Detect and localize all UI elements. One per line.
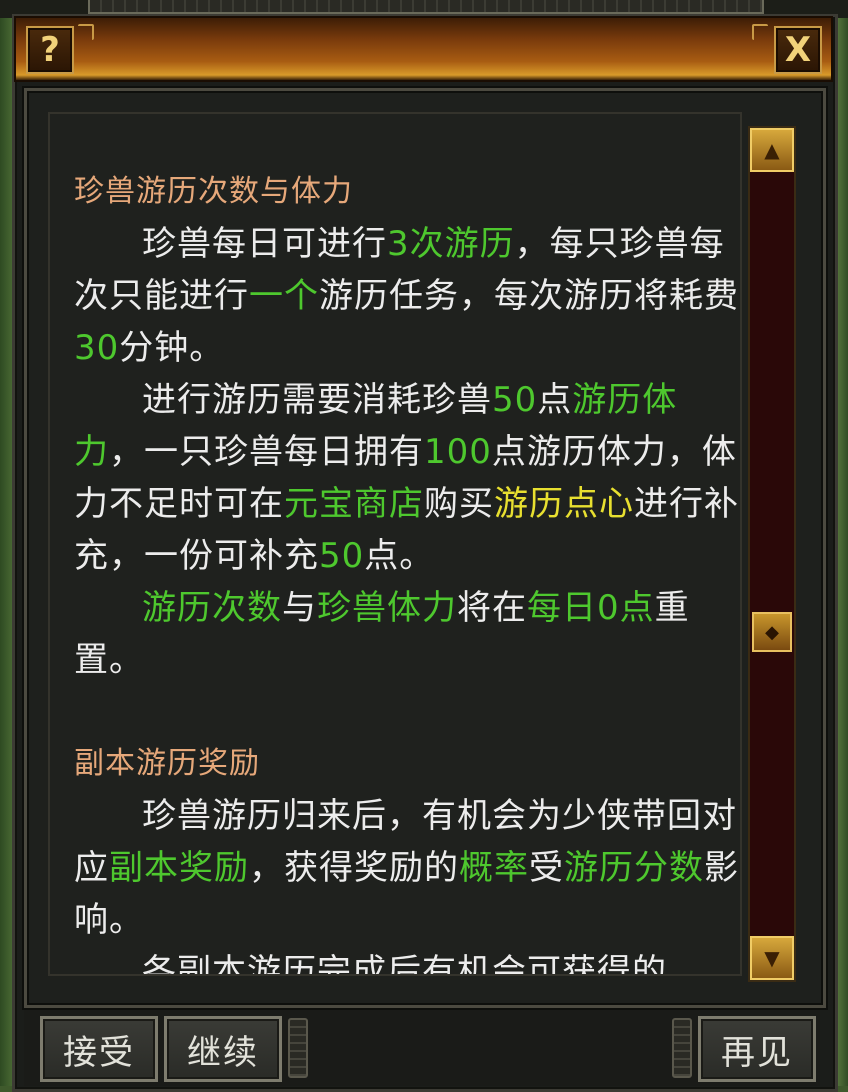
diamond-icon: ◆ — [765, 621, 779, 643]
text-segment: 各副本游历完成后有机会可获得的 — [142, 952, 667, 976]
text-segment: 游历 — [444, 224, 515, 264]
continue-button[interactable]: 继续 — [164, 1016, 282, 1082]
text-segment: 50 — [319, 536, 365, 576]
title-bar — [14, 16, 833, 82]
section-heading: 副本游历奖励 — [74, 746, 260, 781]
scroll-thumb[interactable]: ◆ — [752, 612, 792, 652]
knot-ornament-left — [288, 1018, 308, 1078]
text-segment: ，获得奖励的 — [249, 848, 459, 888]
help-button[interactable]: ? — [26, 26, 74, 74]
goodbye-button[interactable]: 再见 — [698, 1016, 816, 1082]
scrollbar[interactable]: ▲ ◆ ▼ — [748, 126, 796, 982]
knot-ornament-right — [672, 1018, 692, 1078]
text-segment: 3次 — [387, 224, 445, 264]
text-segment: 游历分数 — [564, 848, 704, 888]
text-segment: 购买 — [424, 484, 494, 524]
scroll-down-button[interactable]: ▼ — [750, 936, 794, 980]
accept-button[interactable]: 接受 — [40, 1016, 158, 1082]
text-segment: 100 — [424, 432, 492, 472]
text-segment: 分钟。 — [119, 328, 225, 368]
text-segment: ，一只珍兽每日拥有 — [109, 432, 424, 472]
text-segment: 副本奖励 — [109, 848, 249, 888]
scroll-down-arrow-icon: ▼ — [764, 946, 780, 970]
text-segment: 将在 — [457, 588, 527, 628]
text-segment: 50 — [492, 380, 538, 420]
text-segment: 元宝商店 — [284, 484, 424, 524]
text-segment: 点。 — [364, 536, 435, 576]
section-paragraph: 游历次数与珍兽体力将在每日0点重置。 — [74, 582, 740, 686]
top-ornament — [88, 0, 764, 14]
text-segment: 每日0点 — [527, 588, 655, 628]
section-paragraph: 珍兽游历归来后，有机会为少侠带回对应副本奖励，获得奖励的概率受游历分数影响。 — [74, 790, 740, 946]
text-segment: 珍兽每日可进行 — [142, 224, 387, 264]
quest-text-panel: 珍兽游历次数与体力 珍兽每日可进行3次游历，每只珍兽每次只能进行一个游历任务，每次… — [48, 112, 742, 976]
section-paragraph: 珍兽每日可进行3次游历，每只珍兽每次只能进行一个游历任务，每次游历将耗费30分钟… — [74, 218, 740, 374]
section-heading: 珍兽游历次数与体力 — [74, 174, 353, 209]
corner-ornament-left — [78, 24, 94, 40]
text-segment: 受 — [529, 848, 564, 888]
corner-ornament-right — [752, 24, 768, 40]
close-icon: X — [784, 30, 812, 70]
section-paragraph: 各副本游历完成后有机会可获得的 — [74, 946, 740, 976]
text-segment: 进行游历需要消耗珍兽 — [142, 380, 492, 420]
close-button[interactable]: X — [774, 26, 822, 74]
section-paragraph: 进行游历需要消耗珍兽50点游历体力，一只珍兽每日拥有100点游历体力，体力不足时… — [74, 374, 740, 582]
quest-text: 珍兽游历次数与体力 珍兽每日可进行3次游历，每只珍兽每次只能进行一个游历任务，每次… — [74, 166, 740, 976]
question-mark-icon: ? — [40, 30, 60, 70]
text-segment: 游历次数 — [142, 588, 282, 628]
scroll-up-button[interactable]: ▲ — [750, 128, 794, 172]
scroll-up-arrow-icon: ▲ — [764, 138, 780, 162]
text-segment: 珍兽体力 — [317, 588, 457, 628]
text-segment: 与 — [282, 588, 317, 628]
text-segment: 游历任务，每次游历将耗费 — [319, 276, 739, 316]
text-segment: 点 — [537, 380, 573, 420]
text-segment: 概率 — [459, 848, 529, 888]
text-segment: 一个 — [249, 276, 319, 316]
text-segment: 游历点心 — [494, 484, 634, 524]
text-segment: 30 — [74, 328, 120, 368]
